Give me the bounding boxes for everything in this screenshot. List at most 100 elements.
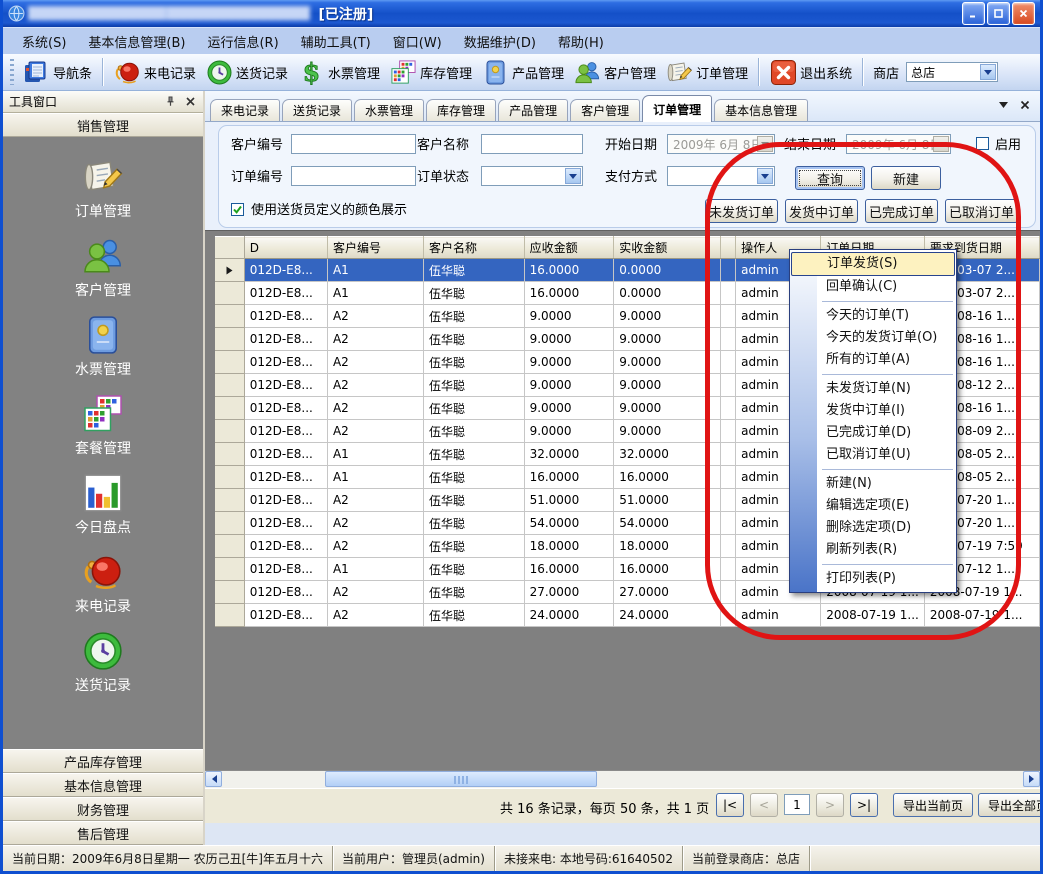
row-selector[interactable] <box>215 512 244 535</box>
enable-checkbox[interactable] <box>976 137 989 150</box>
end-date-picker[interactable]: 2009年 6月 8日 <box>846 134 951 154</box>
row-selector[interactable] <box>215 604 244 627</box>
menu-item[interactable]: 数据维护(D) <box>453 29 547 54</box>
context-menu-item[interactable]: 订单发货(S) <box>791 252 955 276</box>
pay-method-arrow[interactable] <box>757 168 773 184</box>
tool-window-close-icon[interactable] <box>183 95 197 109</box>
toolbar-button-dollar[interactable]: $水票管理 <box>293 57 385 88</box>
order-no-input[interactable] <box>291 166 416 186</box>
tab-订单管理[interactable]: 订单管理 <box>642 95 712 122</box>
sidebar-item-clock[interactable]: 送货记录 <box>3 623 203 702</box>
row-selector[interactable] <box>215 328 244 351</box>
toolbar-button-bell[interactable]: 来电记录 <box>109 57 201 88</box>
color-display-checkbox[interactable] <box>231 203 244 216</box>
toolbar-button-navigator[interactable]: 导航条 <box>18 57 97 88</box>
order-status-arrow[interactable] <box>565 168 581 184</box>
sidebar-section-sales[interactable]: 销售管理 <box>3 113 203 137</box>
context-menu-item[interactable]: 今天的订单(T) <box>790 305 956 327</box>
status-filter-button[interactable]: 已取消订单 <box>945 199 1018 223</box>
sidebar-item-bell[interactable]: 来电记录 <box>3 544 203 623</box>
column-header[interactable]: 实收金额 <box>614 237 720 259</box>
toolbar-button-customers[interactable]: 客户管理 <box>569 57 661 88</box>
column-header[interactable]: D <box>244 237 327 259</box>
sidebar-item-product[interactable]: 水票管理 <box>3 307 203 386</box>
row-selector[interactable] <box>215 558 244 581</box>
column-header[interactable]: 客户编号 <box>327 237 423 259</box>
maximize-button[interactable] <box>987 2 1010 25</box>
context-menu-item[interactable]: 未发货订单(N) <box>790 378 956 400</box>
column-header[interactable]: 客户名称 <box>423 237 524 259</box>
context-menu-item[interactable]: 今天的发货订单(O) <box>790 327 956 349</box>
pay-method-select[interactable] <box>667 166 775 186</box>
row-selector[interactable] <box>215 443 244 466</box>
prev-page-button[interactable]: < <box>750 793 778 817</box>
chevron-down-icon[interactable] <box>999 102 1008 108</box>
row-selector[interactable] <box>215 420 244 443</box>
close-button[interactable] <box>1012 2 1035 25</box>
shop-select-arrow[interactable] <box>980 64 996 80</box>
scroll-left-icon[interactable] <box>205 771 222 787</box>
tab-库存管理[interactable]: 库存管理 <box>426 99 496 121</box>
row-selector[interactable] <box>215 305 244 328</box>
row-selector[interactable] <box>215 282 244 305</box>
tab-基本信息管理[interactable]: 基本信息管理 <box>714 99 808 121</box>
export-all-pages-button[interactable]: 导出全部页 <box>978 793 1043 817</box>
row-selector[interactable] <box>215 535 244 558</box>
sidebar-item-order[interactable]: 订单管理 <box>3 149 203 228</box>
context-menu-item[interactable]: 回单确认(C) <box>790 276 956 298</box>
horizontal-scrollbar[interactable] <box>205 770 1040 788</box>
query-button[interactable]: 查询 <box>795 166 865 190</box>
last-page-button[interactable]: >| <box>850 793 878 817</box>
tab-产品管理[interactable]: 产品管理 <box>498 99 568 121</box>
context-menu-item[interactable]: 已取消订单(U) <box>790 444 956 466</box>
tab-close-icon[interactable] <box>1020 100 1030 110</box>
row-selector[interactable] <box>215 489 244 512</box>
row-selector[interactable] <box>215 581 244 604</box>
status-filter-button[interactable]: 已完成订单 <box>865 199 938 223</box>
toolbar-button-exit[interactable]: 退出系统 <box>765 57 857 88</box>
tab-水票管理[interactable]: 水票管理 <box>354 99 424 121</box>
sidebar-item-grid[interactable]: 套餐管理 <box>3 386 203 465</box>
table-row[interactable]: 012D-E8...A2伍华聪24.000024.0000admin2008-0… <box>215 604 1040 627</box>
row-selector[interactable] <box>215 259 244 282</box>
context-menu-item[interactable]: 发货中订单(I) <box>790 400 956 422</box>
toolbar-button-order[interactable]: 订单管理 <box>661 57 753 88</box>
toolbar-grip[interactable] <box>10 59 14 85</box>
row-selector[interactable] <box>215 466 244 489</box>
menu-item[interactable]: 辅助工具(T) <box>290 29 382 54</box>
row-selector[interactable] <box>215 374 244 397</box>
start-date-picker[interactable]: 2009年 6月 8日 <box>667 134 775 154</box>
sidebar-item-chart[interactable]: 今日盘点 <box>3 465 203 544</box>
scroll-right-icon[interactable] <box>1023 771 1040 787</box>
tab-送货记录[interactable]: 送货记录 <box>282 99 352 121</box>
sidebar-section[interactable]: 基本信息管理 <box>3 773 203 797</box>
sidebar-section[interactable]: 产品库存管理 <box>3 749 203 773</box>
menu-item[interactable]: 运行信息(R) <box>196 29 289 54</box>
customer-no-input[interactable] <box>291 134 416 154</box>
context-menu-item[interactable]: 打印列表(P) <box>790 568 956 590</box>
toolbar-button-clock[interactable]: 送货记录 <box>201 57 293 88</box>
sidebar-item-customers[interactable]: 客户管理 <box>3 228 203 307</box>
tab-来电记录[interactable]: 来电记录 <box>210 99 280 121</box>
row-selector[interactable] <box>215 351 244 374</box>
context-menu-item[interactable]: 编辑选定项(E) <box>790 495 956 517</box>
menu-item[interactable]: 基本信息管理(B) <box>77 29 196 54</box>
scrollbar-thumb[interactable] <box>325 771 597 787</box>
row-selector[interactable] <box>215 397 244 420</box>
tab-客户管理[interactable]: 客户管理 <box>570 99 640 121</box>
sidebar-section[interactable]: 售后管理 <box>3 821 203 845</box>
shop-select[interactable]: 总店 <box>906 62 998 82</box>
column-header[interactable] <box>720 237 736 259</box>
pin-icon[interactable] <box>163 95 177 109</box>
first-page-button[interactable]: |< <box>716 793 744 817</box>
page-number-input[interactable] <box>784 794 810 815</box>
toolbar-button-product[interactable]: 产品管理 <box>477 57 569 88</box>
next-page-button[interactable]: > <box>816 793 844 817</box>
customer-name-input[interactable] <box>481 134 583 154</box>
context-menu-item[interactable]: 刷新列表(R) <box>790 539 956 561</box>
export-current-page-button[interactable]: 导出当前页 <box>893 793 973 817</box>
column-header[interactable]: 应收金额 <box>524 237 614 259</box>
context-menu-item[interactable]: 删除选定项(D) <box>790 517 956 539</box>
menu-item[interactable]: 帮助(H) <box>547 29 615 54</box>
context-menu-item[interactable]: 新建(N) <box>790 473 956 495</box>
